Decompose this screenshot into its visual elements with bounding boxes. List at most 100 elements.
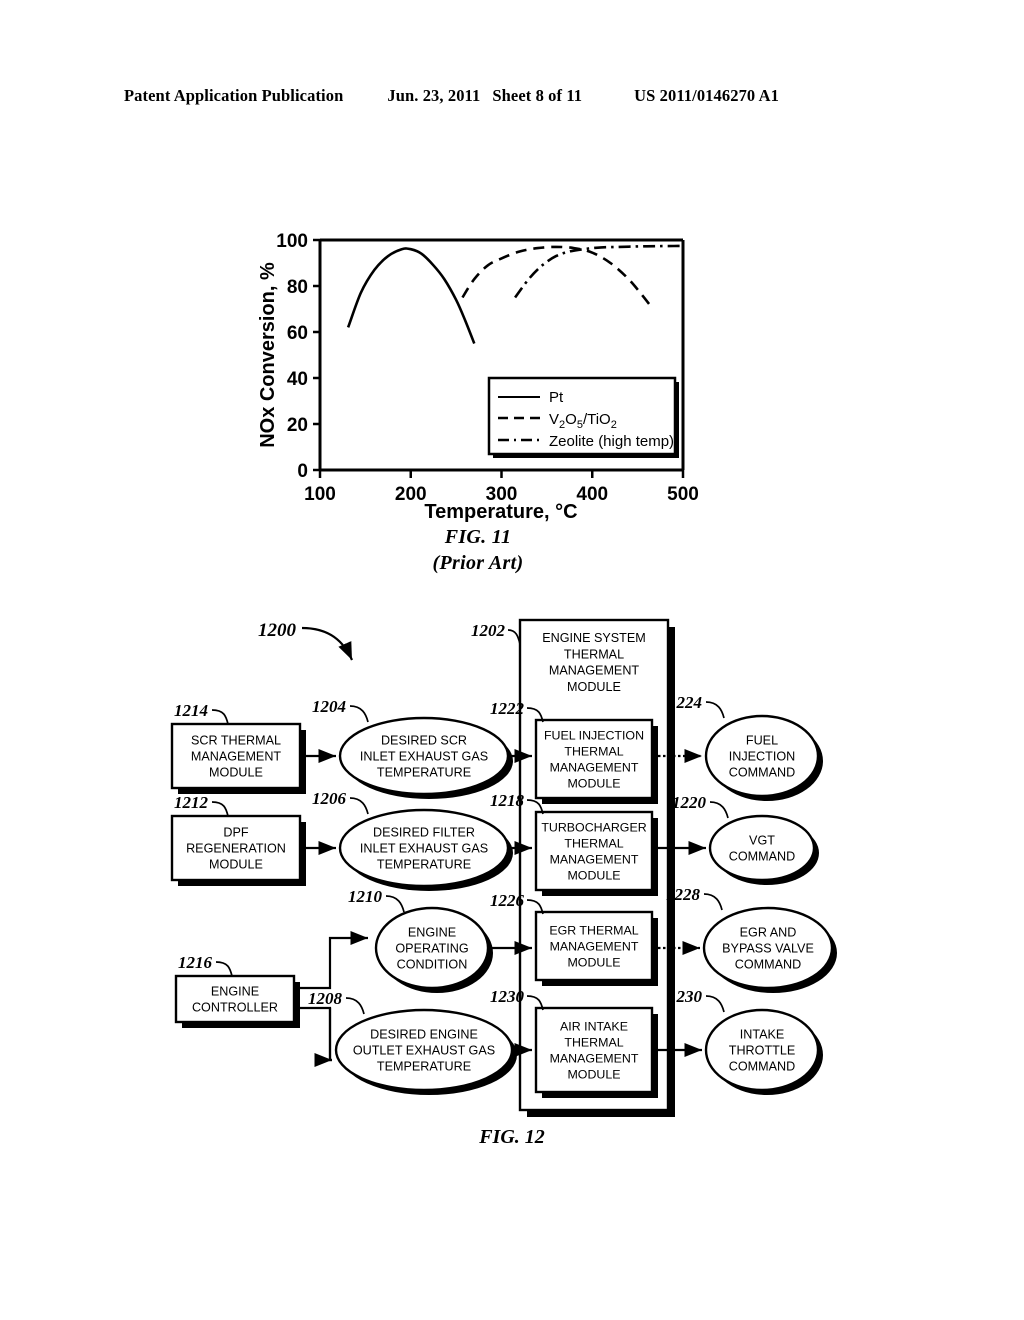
container-title-line: MODULE [567, 680, 621, 694]
fig12-caption: FIG. 12 [479, 1126, 545, 1148]
module-label-line: THERMAL [564, 744, 623, 758]
oval-1210: ENGINE OPERATING CONDITION 1210 [348, 887, 493, 993]
block-label-line: REGENERATION [186, 842, 286, 856]
oval-label-line: OPERATING [395, 942, 468, 956]
module-label-line: AIR INTAKE [560, 1019, 628, 1033]
svg-text:20: 20 [287, 415, 308, 436]
chart-y-axis-label: NOx Conversion, % [257, 262, 279, 448]
figure-11: 0 20 40 60 80 100 100 200 300 400 500 Pt V2O5/TiO… [248, 222, 708, 602]
command-label-line: BYPASS VALVE [722, 942, 814, 956]
command-label-line: INTAKE [740, 1027, 785, 1041]
command-label-line: COMMAND [729, 850, 795, 864]
reference-numeral-1226: 1226 [490, 891, 525, 910]
oval-label-line: DESIRED SCR [381, 733, 467, 747]
container-title-line: THERMAL [564, 647, 624, 661]
module-label-line: EGR THERMAL [549, 923, 638, 937]
svg-text:500: 500 [667, 484, 699, 505]
module-label-line: MODULE [567, 955, 620, 969]
block-label-line: DPF [223, 825, 248, 839]
command-label-line: EGR AND [740, 925, 797, 939]
reference-numeral-1224: 1224 [668, 693, 702, 712]
command-label-line: THROTTLE [729, 1044, 795, 1058]
module-label-line: THERMAL [564, 1035, 623, 1049]
svg-text:0: 0 [297, 461, 308, 482]
reference-numeral-1230: 1230 [490, 987, 525, 1006]
reference-numeral-1230: 1230 [668, 987, 703, 1006]
module-label-line: MANAGEMENT [550, 852, 639, 866]
svg-text:400: 400 [576, 484, 608, 505]
command-1224-0: FUEL INJECTION COMMAND 1224 [668, 693, 823, 801]
reference-numeral-1202: 1202 [471, 621, 506, 640]
command-1228-2: EGR AND BYPASS VALVE COMMAND 1228 [666, 885, 837, 993]
page-header: Patent Application Publication Jun. 23, … [124, 86, 900, 112]
engine-thermal-management-diagram: ENGINE SYSTEM THERMAL MANAGEMENT MODULE 1202… [170, 618, 837, 1117]
oval-label-line: INLET EXHAUST GAS [360, 750, 488, 764]
nox-conversion-chart: 020406080100 100 200 300 400 500 Pt V2O5/TiO… [257, 231, 699, 522]
command-label-line: COMMAND [729, 1060, 795, 1074]
reference-numeral-1228: 1228 [666, 885, 701, 904]
command-1230-3: INTAKE THROTTLE COMMAND 1230 [668, 987, 823, 1095]
container-title-line: ENGINE SYSTEM [542, 631, 646, 645]
oval-1208: DESIRED ENGINE OUTLET EXHAUST GAS TEMPERAT… [308, 989, 517, 1095]
svg-text:200: 200 [395, 484, 427, 505]
reference-numeral-1200: 1200 [258, 620, 297, 641]
fig11-caption-line1: FIG. 11 [444, 526, 512, 548]
module-label-line: MODULE [567, 868, 620, 882]
legend-label-zeolite: Zeolite (high temp) [549, 433, 674, 450]
chart-line-zeolite [514, 244, 684, 299]
oval-label-line: TEMPERATURE [377, 1060, 471, 1074]
oval-label-line: CONDITION [397, 958, 468, 972]
oval-label-line: TEMPERATURE [377, 858, 471, 872]
module-label-line: MODULE [567, 1067, 620, 1081]
command-label-line: COMMAND [729, 766, 795, 780]
block-1214: SCR THERMAL MANAGEMENT MODULE 1214 [170, 701, 306, 794]
chart-legend: Pt V2O5/TiO2 Zeolite (high temp) [487, 376, 679, 458]
reference-numeral-1210: 1210 [348, 887, 383, 906]
block-label-line: MODULE [209, 766, 263, 780]
reference-numeral-1222: 1222 [490, 699, 525, 718]
svg-text:100: 100 [304, 484, 336, 505]
block-label-line: SCR THERMAL [191, 733, 281, 747]
chart-y-ticks: 0 20 40 60 80 100 [276, 231, 320, 482]
reference-numeral-1214: 1214 [174, 701, 208, 720]
svg-text:40: 40 [287, 369, 308, 390]
command-label-line: INJECTION [729, 750, 795, 764]
chart-x-ticks: 100 200 300 400 500 [304, 470, 699, 505]
legend-label-pt: Pt [549, 389, 564, 406]
header-sheet: Sheet 8 of 11 [492, 86, 583, 105]
block-1212: DPF REGENERATION MODULE 1212 [170, 793, 306, 886]
oval-label-line: OUTLET EXHAUST GAS [353, 1044, 495, 1058]
figure-12: ENGINE SYSTEM THERMAL MANAGEMENT MODULE 1202… [0, 608, 1024, 1188]
svg-text:80: 80 [287, 277, 308, 298]
oval-1204: DESIRED SCR INLET EXHAUST GAS TEMPERATURE 1… [312, 697, 513, 799]
chart-line-pt [346, 247, 476, 344]
module-label-line: TURBOCHARGER [541, 820, 646, 834]
command-1220-1: VGT COMMAND 1220 [672, 793, 819, 885]
block-label-line: MANAGEMENT [191, 750, 282, 764]
reference-numeral-1220: 1220 [672, 793, 707, 812]
module-label-line: THERMAL [564, 836, 623, 850]
module-label-line: MANAGEMENT [550, 760, 639, 774]
block-label-line: MODULE [209, 858, 263, 872]
module-label-line: MANAGEMENT [550, 939, 639, 953]
oval-1206: DESIRED FILTER INLET EXHAUST GAS TEMPERATU… [312, 789, 513, 891]
reference-numeral-1206: 1206 [312, 789, 347, 808]
reference-numeral-1212: 1212 [174, 793, 209, 812]
module-label-line: FUEL INJECTION [544, 728, 644, 742]
command-label-line: VGT [749, 833, 775, 847]
reference-numeral-1204: 1204 [312, 697, 346, 716]
oval-label-line: DESIRED ENGINE [370, 1027, 478, 1041]
command-label-line: FUEL [746, 733, 778, 747]
diagram-nodes: SCR THERMAL MANAGEMENT MODULE 1214 DPF REGENE… [170, 693, 837, 1098]
svg-text:100: 100 [276, 231, 308, 252]
reference-numeral-1216: 1216 [178, 953, 213, 972]
reference-numeral-1208: 1208 [308, 989, 343, 1008]
block-label-line: ENGINE [211, 984, 259, 998]
oval-label-line: INLET EXHAUST GAS [360, 842, 488, 856]
module-label-line: MANAGEMENT [550, 1051, 639, 1065]
reference-numeral-1218: 1218 [490, 791, 525, 810]
header-pub-number: US 2011/0146270 A1 [634, 86, 779, 105]
fig11-caption-line2: (Prior Art) [432, 552, 524, 574]
chart-x-axis-label: Temperature, °C [424, 501, 577, 522]
module-label-line: MODULE [567, 776, 620, 790]
